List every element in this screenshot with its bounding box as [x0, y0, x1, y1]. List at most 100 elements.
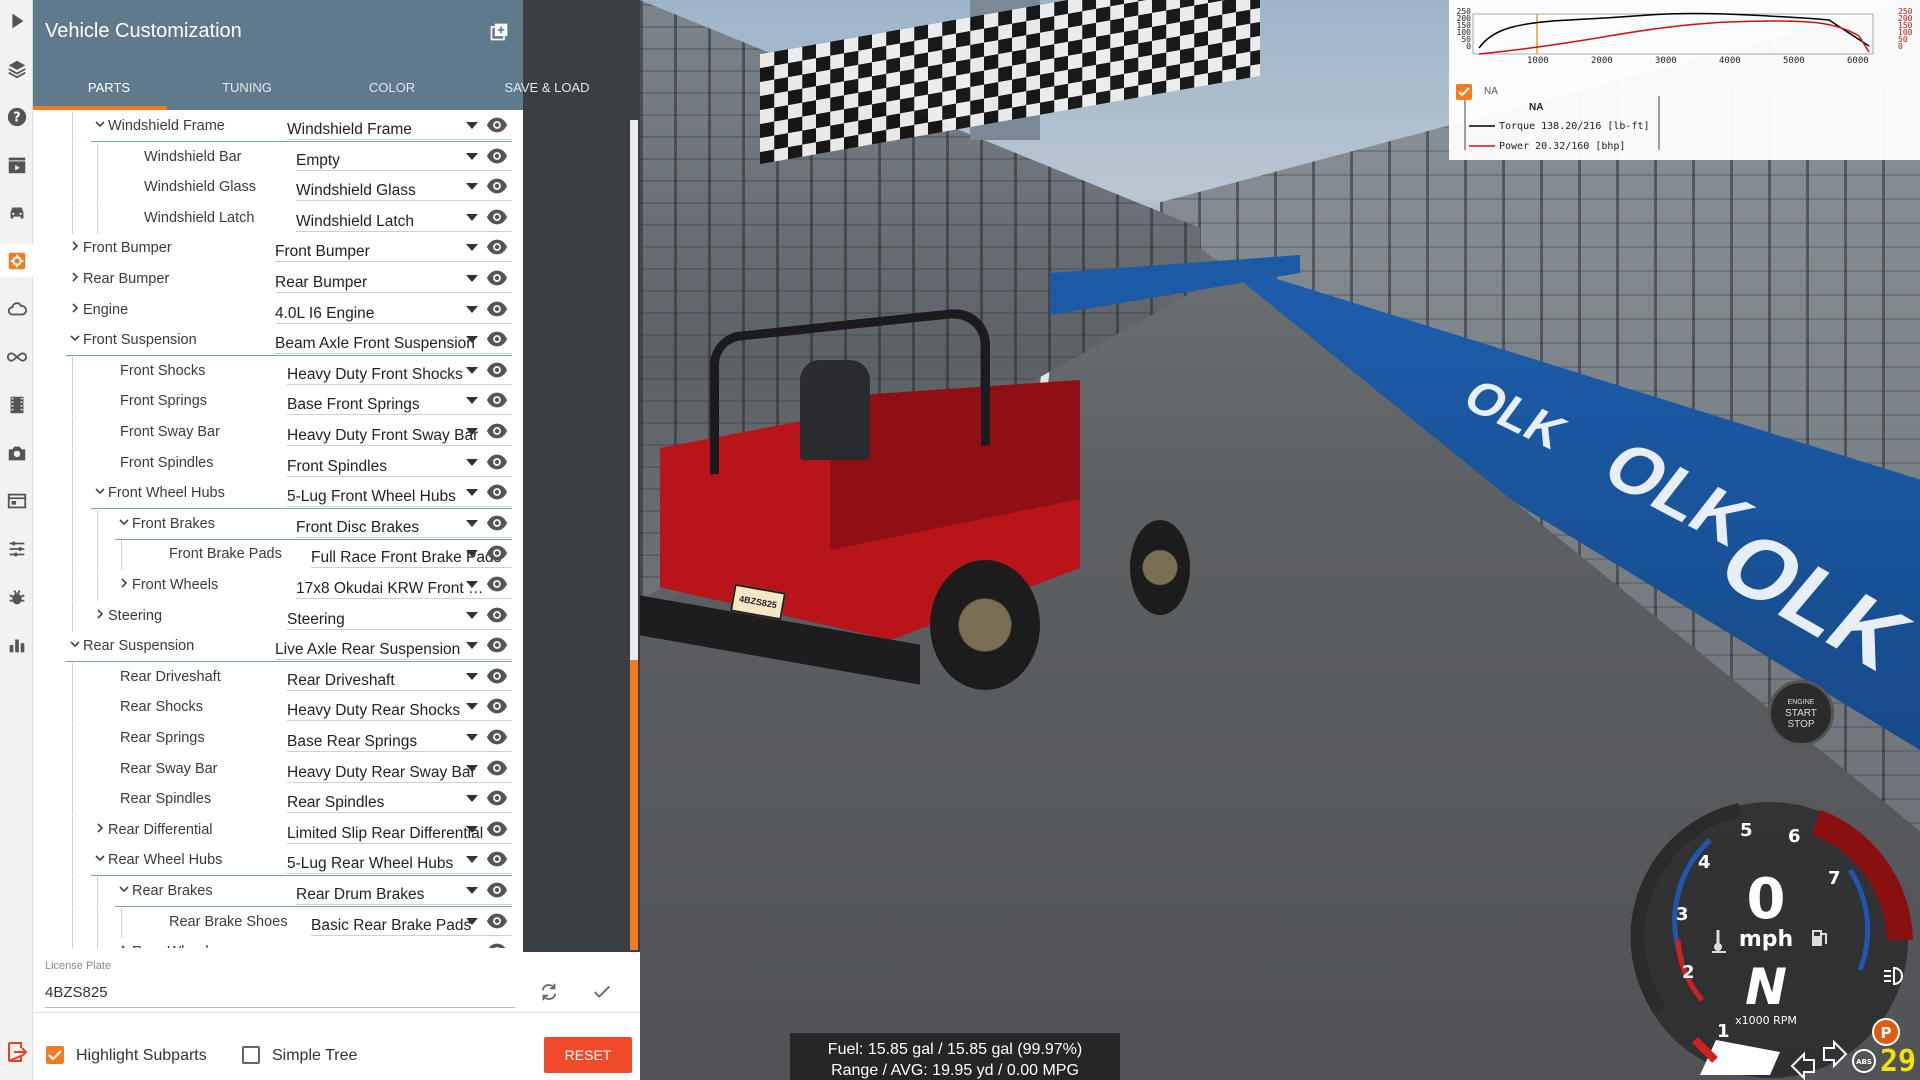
play-icon[interactable]	[0, 4, 33, 37]
dropdown-arrow-icon[interactable]	[466, 122, 478, 129]
dropdown-arrow-icon[interactable]	[466, 887, 478, 894]
camera-icon[interactable]	[0, 436, 33, 469]
part-select[interactable]: Windshield Latch	[296, 206, 512, 232]
chevron-right-icon[interactable]	[93, 821, 107, 835]
tree-row[interactable]: Rear Differential Limited Slip Rear Diffe…	[33, 815, 523, 846]
visibility-eye-icon[interactable]	[486, 390, 508, 410]
visibility-eye-icon[interactable]	[486, 268, 508, 288]
dropdown-arrow-icon[interactable]	[466, 581, 478, 588]
dropdown-arrow-icon[interactable]	[466, 458, 478, 466]
visibility-eye-icon[interactable]	[486, 176, 508, 196]
part-select[interactable]: 5-Lug Rear Wheel Hubs	[287, 848, 512, 875]
dropdown-arrow-icon[interactable]	[466, 703, 478, 711]
part-select[interactable]: Empty	[296, 145, 512, 171]
dropdown-arrow-icon[interactable]	[466, 519, 478, 527]
visibility-eye-icon[interactable]	[486, 513, 508, 533]
tree-row[interactable]: Front Brakes Front Disc Brakes	[33, 509, 523, 540]
tree-row[interactable]: Rear Suspension Live Axle Rear Suspension	[33, 632, 523, 663]
chevron-down-icon[interactable]	[93, 484, 107, 498]
na-checkbox[interactable]	[1456, 84, 1472, 100]
visibility-eye-icon[interactable]	[486, 605, 508, 625]
tree-row[interactable]: Front Brake Pads Full Race Front Brake Pa…	[33, 540, 523, 571]
dropdown-arrow-icon[interactable]	[466, 244, 478, 252]
visibility-eye-icon[interactable]	[486, 941, 508, 948]
chevron-down-icon[interactable]	[68, 637, 82, 651]
dropdown-arrow-icon[interactable]	[466, 856, 478, 864]
visibility-eye-icon[interactable]	[486, 574, 508, 594]
tree-row[interactable]: Rear Wheel Hubs 5-Lug Rear Wheel Hubs	[33, 846, 523, 877]
new-window-icon[interactable]	[489, 22, 509, 42]
window-icon[interactable]	[0, 484, 33, 517]
part-select[interactable]: Windshield Glass	[296, 175, 512, 202]
exit-icon[interactable]	[5, 1040, 29, 1064]
dropdown-arrow-icon[interactable]	[466, 489, 478, 497]
license-plate-input[interactable]	[45, 978, 515, 1008]
dropdown-arrow-icon[interactable]	[466, 428, 478, 435]
engine-start-stop-button[interactable]: ENGINE START STOP	[1768, 680, 1834, 746]
chevron-down-icon[interactable]	[68, 331, 82, 345]
tree-row[interactable]: Rear Springs Base Rear Springs	[33, 724, 523, 754]
part-select[interactable]: Front Spindles	[287, 451, 512, 477]
part-select[interactable]: Steering	[287, 604, 512, 630]
chevron-right-icon[interactable]	[68, 270, 82, 284]
visibility-eye-icon[interactable]	[486, 452, 508, 472]
tree-row[interactable]: Front Sway Bar Heavy Duty Front Sway Bar	[33, 418, 523, 448]
visibility-eye-icon[interactable]	[486, 207, 508, 227]
visibility-eye-icon[interactable]	[486, 788, 508, 808]
simple-tree-checkbox[interactable]	[242, 1046, 260, 1064]
dropdown-arrow-icon[interactable]	[466, 672, 478, 680]
dropdown-arrow-icon[interactable]	[466, 734, 478, 741]
tree-scrollbar-thumb[interactable]	[630, 660, 638, 950]
chevron-right-icon[interactable]	[93, 607, 107, 621]
tree-row[interactable]: Front Springs Base Front Springs	[33, 387, 523, 418]
reset-button[interactable]: RESET	[544, 1037, 632, 1073]
tab-tuning[interactable]: TUNING	[182, 80, 312, 95]
dropdown-arrow-icon[interactable]	[466, 152, 478, 160]
tree-row[interactable]: Rear Wheels 17x8 Okudai KRW Rear	[33, 938, 523, 948]
visibility-eye-icon[interactable]	[486, 758, 508, 778]
help-icon[interactable]: ?	[0, 100, 33, 133]
chevron-down-icon[interactable]	[93, 851, 107, 865]
tree-row[interactable]: Windshield Latch Windshield Latch	[33, 203, 523, 234]
visibility-eye-icon[interactable]	[486, 329, 508, 349]
part-select[interactable]: Rear Spindles	[287, 787, 512, 814]
chevron-down-icon[interactable]	[117, 882, 131, 896]
visibility-eye-icon[interactable]	[486, 849, 508, 869]
check-icon[interactable]	[591, 981, 613, 1003]
part-select[interactable]: Heavy Duty Front Sway Bar	[287, 420, 512, 446]
part-select[interactable]: Basic Rear Brake Pads	[311, 910, 512, 936]
car-icon[interactable]	[0, 196, 33, 229]
film-icon[interactable]	[0, 388, 33, 421]
part-select[interactable]: 17x8 Okudai KRW Front …	[296, 573, 512, 599]
visibility-eye-icon[interactable]	[486, 543, 508, 563]
dropdown-arrow-icon[interactable]	[466, 917, 478, 925]
visibility-eye-icon[interactable]	[486, 146, 508, 166]
tree-row[interactable]: Windshield Frame Windshield Frame	[33, 112, 523, 142]
part-select[interactable]: 5-Lug Front Wheel Hubs	[287, 481, 512, 508]
part-select[interactable]: Base Rear Springs	[287, 726, 512, 752]
dropdown-arrow-icon[interactable]	[466, 305, 478, 313]
visibility-eye-icon[interactable]	[486, 727, 508, 747]
tree-row[interactable]: Front Bumper Front Bumper	[33, 234, 523, 264]
visibility-eye-icon[interactable]	[486, 482, 508, 502]
clapperboard-icon[interactable]	[0, 148, 33, 181]
tab-color[interactable]: COLOR	[327, 80, 457, 95]
tree-row[interactable]: Steering Steering	[33, 601, 523, 632]
dropdown-arrow-icon[interactable]	[466, 611, 478, 619]
highlight-subparts-checkbox[interactable]	[46, 1046, 64, 1064]
tree-row[interactable]: Windshield Bar Empty	[33, 142, 523, 173]
chevron-down-icon[interactable]	[93, 117, 107, 131]
vehicle-config-icon[interactable]	[0, 244, 33, 277]
tree-row[interactable]: Rear Brake Shoes Basic Rear Brake Pads	[33, 907, 523, 938]
cloud-icon[interactable]	[0, 292, 33, 325]
tree-row[interactable]: Front Wheel Hubs 5-Lug Front Wheel Hubs	[33, 479, 523, 510]
visibility-eye-icon[interactable]	[486, 635, 508, 655]
dropdown-arrow-icon[interactable]	[466, 183, 478, 191]
dropdown-arrow-icon[interactable]	[466, 642, 478, 650]
visibility-eye-icon[interactable]	[486, 911, 508, 931]
dropdown-arrow-icon[interactable]	[466, 397, 478, 405]
tree-row[interactable]: Rear Spindles Rear Spindles	[33, 785, 523, 816]
visibility-eye-icon[interactable]	[486, 360, 508, 380]
dropdown-arrow-icon[interactable]	[466, 213, 478, 221]
tree-row[interactable]: Front Wheels 17x8 Okudai KRW Front …	[33, 571, 523, 601]
